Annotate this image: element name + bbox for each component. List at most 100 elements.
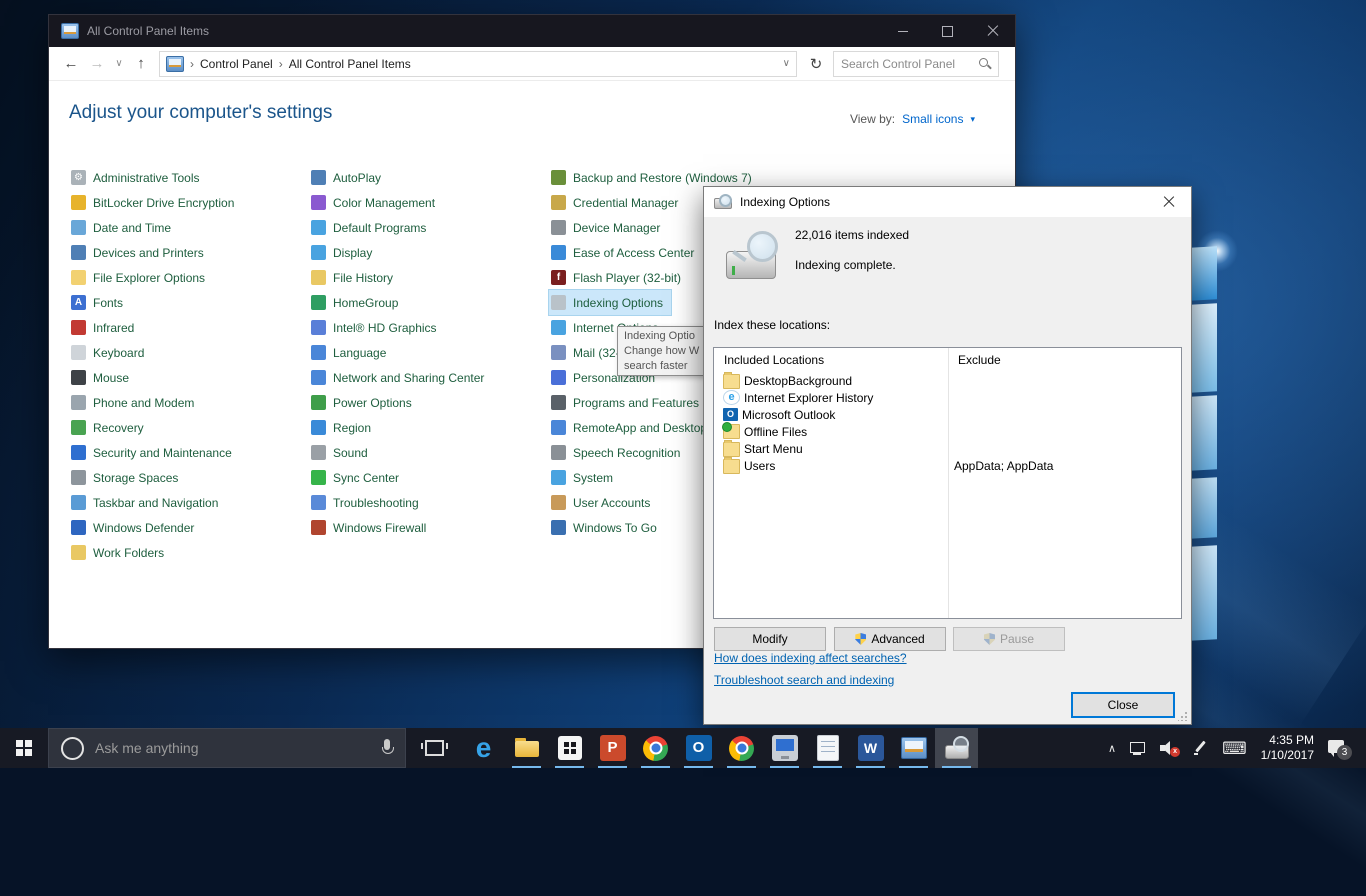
troubleshooting-icon (311, 495, 326, 510)
microphone-icon[interactable] (381, 738, 394, 758)
resize-grip[interactable] (1178, 711, 1188, 721)
cpl-item-taskbar-and-navigation[interactable]: Taskbar and Navigation (69, 490, 226, 515)
chevron-down-icon[interactable]: ▾ (970, 114, 975, 125)
cpl-item-troubleshooting[interactable]: Troubleshooting (309, 490, 427, 515)
up-button[interactable]: ↑ (131, 55, 151, 72)
cortana-search-input[interactable]: Ask me anything (48, 728, 406, 768)
cpl-item-sound[interactable]: Sound (309, 440, 376, 465)
start-button[interactable] (0, 728, 48, 768)
dialog-close-button[interactable] (1146, 187, 1191, 217)
location-row-microsoft-outlook[interactable]: O Microsoft Outlook (714, 406, 1181, 423)
taskbar-app-chrome[interactable] (720, 728, 763, 768)
location-row-start-menu[interactable]: Start Menu (714, 439, 1181, 457)
address-dropdown-icon[interactable]: ∨ (783, 58, 790, 69)
cpl-item-windows-firewall[interactable]: Windows Firewall (309, 515, 434, 540)
close-button[interactable] (970, 15, 1015, 47)
cpl-item-windows-defender[interactable]: Windows Defender (69, 515, 202, 540)
cpl-item-ease-of-access-center[interactable]: Ease of Access Center (549, 240, 702, 265)
cpl-item-keyboard[interactable]: Keyboard (69, 340, 152, 365)
cpl-item-administrative-tools[interactable]: ⚙ Administrative Tools (69, 165, 208, 190)
cpl-item-credential-manager[interactable]: Credential Manager (549, 190, 686, 215)
title-bar[interactable]: All Control Panel Items (49, 15, 1015, 47)
troubleshoot-link[interactable]: Troubleshoot search and indexing (714, 673, 894, 687)
advanced-button[interactable]: Advanced (834, 627, 946, 651)
dialog-close-action-button[interactable]: Close (1071, 692, 1175, 718)
location-row-offline-files[interactable]: Offline Files (714, 422, 1181, 440)
taskbar-app-windows-store[interactable] (548, 728, 591, 768)
cpl-item-programs-and-features[interactable]: Programs and Features (549, 390, 707, 415)
cpl-item-flash-player-32-bit[interactable]: f Flash Player (32-bit) (549, 265, 689, 290)
cpl-item-recovery[interactable]: Recovery (69, 415, 152, 440)
cpl-item-network-and-sharing-center[interactable]: Network and Sharing Center (309, 365, 492, 390)
tray-overflow-button[interactable]: ∧ (1108, 742, 1116, 755)
touch-keyboard-icon[interactable]: ⌨ (1222, 740, 1247, 757)
cpl-item-windows-to-go[interactable]: Windows To Go (549, 515, 665, 540)
taskbar-app-control-panel[interactable] (892, 728, 935, 768)
search-icon[interactable] (979, 57, 991, 70)
cpl-item-bitlocker-drive-encryption[interactable]: BitLocker Drive Encryption (69, 190, 242, 215)
cpl-item-security-and-maintenance[interactable]: Security and Maintenance (69, 440, 240, 465)
indexing-help-link[interactable]: How does indexing affect searches? (714, 651, 907, 665)
back-button[interactable]: ← (61, 55, 81, 72)
cpl-item-autoplay[interactable]: AutoPlay (309, 165, 389, 190)
location-row-desktopbackground[interactable]: DesktopBackground (714, 371, 1181, 389)
cpl-item-file-history[interactable]: File History (309, 265, 401, 290)
cpl-item-homegroup[interactable]: HomeGroup (309, 290, 406, 315)
clock[interactable]: 4:35 PM 1/10/2017 (1261, 733, 1314, 763)
cpl-item-storage-spaces[interactable]: Storage Spaces (69, 465, 186, 490)
network-icon[interactable] (1130, 741, 1146, 755)
cpl-item-work-folders[interactable]: Work Folders (69, 540, 172, 565)
taskbar-app-powerpoint[interactable]: P (591, 728, 634, 768)
cpl-item-display[interactable]: Display (309, 240, 380, 265)
remote-desktop-icon (771, 735, 798, 761)
pen-icon[interactable] (1194, 740, 1208, 756)
taskbar-app-file-explorer[interactable] (505, 728, 548, 768)
cpl-item-devices-and-printers[interactable]: Devices and Printers (69, 240, 212, 265)
maximize-button[interactable] (925, 15, 970, 47)
cpl-item-date-and-time[interactable]: Date and Time (69, 215, 179, 240)
cpl-item-infrared[interactable]: Infrared (69, 315, 142, 340)
search-input[interactable]: Search Control Panel (833, 50, 999, 77)
taskbar-app-word[interactable]: W (849, 728, 892, 768)
cpl-item-default-programs[interactable]: Default Programs (309, 215, 434, 240)
cpl-item-mouse[interactable]: Mouse (69, 365, 137, 390)
taskbar-app-outlook[interactable]: O (677, 728, 720, 768)
cpl-item-power-options[interactable]: Power Options (309, 390, 420, 415)
taskbar-app-microsoft-edge[interactable]: e (462, 728, 505, 768)
cpl-item-phone-and-modem[interactable]: Phone and Modem (69, 390, 202, 415)
refresh-button[interactable]: ↻ (805, 55, 827, 73)
breadcrumb-all-items[interactable]: All Control Panel Items (289, 57, 411, 71)
recent-pages-dropdown[interactable]: ∨ (113, 58, 125, 69)
pause-button[interactable]: Pause (953, 627, 1065, 651)
folder-icon (723, 456, 740, 474)
action-center-button[interactable]: 3 (1328, 739, 1352, 760)
cpl-item-fonts[interactable]: A Fonts (69, 290, 131, 315)
modify-button[interactable]: Modify (714, 627, 826, 651)
cpl-item-color-management[interactable]: Color Management (309, 190, 443, 215)
taskbar-app-indexing-options[interactable] (935, 728, 978, 768)
cpl-item-user-accounts[interactable]: User Accounts (549, 490, 658, 515)
cpl-item-system[interactable]: System (549, 465, 621, 490)
taskbar-app-notepad[interactable] (806, 728, 849, 768)
view-by-value[interactable]: Small icons (902, 112, 963, 126)
volume-muted-icon[interactable]: x (1160, 740, 1181, 757)
cpl-item-file-explorer-options[interactable]: File Explorer Options (69, 265, 213, 290)
address-bar[interactable]: › Control Panel › All Control Panel Item… (159, 50, 797, 77)
task-view-button[interactable] (406, 728, 462, 768)
dialog-title-bar[interactable]: Indexing Options (704, 187, 1191, 217)
taskbar-app-chrome[interactable] (634, 728, 677, 768)
navigation-toolbar: ← → ∨ ↑ › Control Panel › All Control Pa… (49, 47, 1015, 81)
cpl-item-speech-recognition[interactable]: Speech Recognition (549, 440, 688, 465)
cpl-item-sync-center[interactable]: Sync Center (309, 465, 407, 490)
cpl-item-language[interactable]: Language (309, 340, 394, 365)
minimize-button[interactable] (880, 15, 925, 47)
breadcrumb-control-panel[interactable]: Control Panel (200, 57, 273, 71)
forward-button[interactable]: → (87, 55, 107, 72)
cpl-item-intel-hd-graphics[interactable]: Intel® HD Graphics (309, 315, 445, 340)
taskbar-app-remote-desktop[interactable] (763, 728, 806, 768)
cpl-item-indexing-options[interactable]: Indexing Options (549, 290, 672, 315)
location-row-internet-explorer-history[interactable]: e Internet Explorer History (714, 389, 1181, 406)
cpl-item-region[interactable]: Region (309, 415, 379, 440)
cpl-item-device-manager[interactable]: Device Manager (549, 215, 668, 240)
location-row-users[interactable]: Users AppData; AppData (714, 456, 1181, 474)
